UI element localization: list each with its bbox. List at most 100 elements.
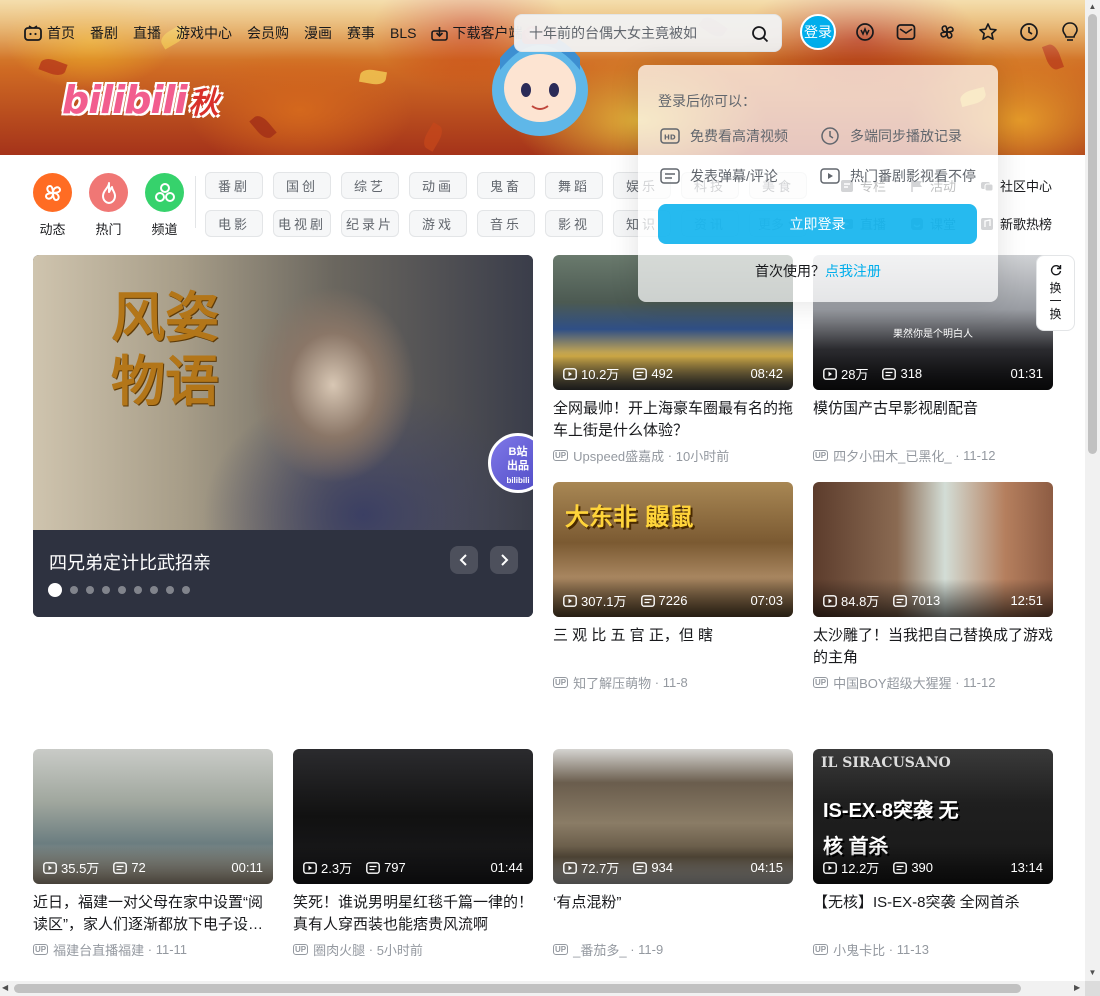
register-link[interactable]: 点我注册 xyxy=(825,263,881,279)
video-card[interactable]: 84.8万 7013 12:51 太沙雕了！当我把自己替换成了游戏的主角 UP 中国BOY… xyxy=(813,482,1053,692)
channel-channels[interactable]: 频道 xyxy=(145,173,184,238)
search-button[interactable] xyxy=(749,23,771,45)
nav-live[interactable]: 直播 xyxy=(133,23,161,43)
history-icon[interactable] xyxy=(1018,21,1040,43)
category-tag[interactable]: 动画 xyxy=(409,172,467,199)
vertical-scrollbar[interactable]: ▲ ▼ xyxy=(1085,0,1100,981)
carousel-image[interactable] xyxy=(33,255,533,530)
upload-date: 11-13 xyxy=(896,942,929,957)
scroll-down-icon[interactable]: ▼ xyxy=(1088,968,1097,978)
category-tag[interactable]: 综艺 xyxy=(341,172,399,199)
horizontal-scroll-thumb[interactable] xyxy=(14,984,1021,993)
video-card[interactable]: 35.5万 72 00:11 近日，福建一对父母在家中设置“阅读区”，家人们逐渐都放下… xyxy=(33,749,273,959)
thumbnail-caption-top: IL SIRACUSANO xyxy=(821,755,951,771)
play-count-icon xyxy=(563,861,577,874)
category-tag[interactable]: 影视 xyxy=(545,210,603,237)
video-card[interactable]: 2.3万 797 01:44 笑死！谁说男明星红毯千篇一律的！真有人穿西装也能痞贵风流… xyxy=(293,749,533,959)
category-tag[interactable]: 游戏 xyxy=(409,210,467,237)
nav-esports[interactable]: 赛事 xyxy=(347,23,375,43)
category-tag[interactable]: 音乐 xyxy=(477,210,535,237)
top-nav: 首页 番剧 直播 游戏中心 会员购 漫画 赛事 BLS 下载客户端 新 登录 xyxy=(0,14,1100,52)
video-title[interactable]: 太沙雕了！当我把自己替换成了游戏的主角 xyxy=(813,625,1053,669)
uploader-name[interactable]: 福建台直播福建 xyxy=(53,940,144,959)
video-title[interactable]: 三 观 比 五 官 正，但 瞎 xyxy=(553,625,793,669)
nav-game-center[interactable]: 游戏中心 xyxy=(176,23,232,43)
carousel-dot[interactable] xyxy=(182,586,190,594)
channel-dynamic[interactable]: 动态 xyxy=(33,173,72,238)
category-tag[interactable]: 电影 xyxy=(205,210,263,237)
video-thumbnail[interactable]: 35.5万 72 00:11 xyxy=(33,749,273,884)
scroll-left-icon[interactable]: ◀ xyxy=(2,983,8,992)
vertical-scroll-thumb[interactable] xyxy=(1088,14,1097,454)
category-tag[interactable]: 纪录片 xyxy=(341,210,399,237)
download-icon xyxy=(431,26,449,41)
video-title[interactable]: 全网最帅！开上海豪车圈最有名的拖车上街是什么体验？ xyxy=(553,398,793,442)
video-thumbnail[interactable]: 84.8万 7013 12:51 xyxy=(813,482,1053,617)
view-count: 35.5万 xyxy=(43,858,99,877)
refresh-button[interactable]: 换一换 xyxy=(1036,255,1075,331)
danmaku-count-icon xyxy=(640,594,655,607)
danmaku-count-icon xyxy=(366,861,380,874)
uploader-name[interactable]: 中国BOY超级大猩猩 xyxy=(833,673,951,692)
nav-mall[interactable]: 会员购 xyxy=(247,23,289,43)
dynamic-icon[interactable] xyxy=(936,21,958,43)
video-card[interactable]: IL SIRACUSANOIS-EX-8突袭 无核 首杀12.2万39013:1… xyxy=(813,749,1053,959)
category-tag[interactable]: 电视剧 xyxy=(273,210,331,237)
video-thumbnail[interactable]: 大东非 鼹鼠 307.1万 7226 07:03 xyxy=(553,482,793,617)
carousel-dot[interactable] xyxy=(150,586,158,594)
uploader-name[interactable]: 小鬼卡比 xyxy=(833,940,885,959)
refresh-label: 换一换 xyxy=(1049,281,1062,321)
horizontal-scrollbar[interactable]: ◀ ▶ xyxy=(0,981,1085,996)
bilibili-logo[interactable]: bilibili秋 xyxy=(62,78,219,122)
uploader-name[interactable]: Upspeed盛嘉成 xyxy=(573,446,664,465)
video-title[interactable]: 模仿国产古早影视剧配音 xyxy=(813,398,1053,442)
carousel-title[interactable]: 四兄弟定计比武招亲 xyxy=(49,549,211,575)
video-title[interactable]: ‘有点混粉” xyxy=(553,892,793,936)
uploader-name[interactable]: 四夕小田木_已黑化_ xyxy=(833,446,951,465)
creation-icon[interactable] xyxy=(1059,21,1081,43)
uploader-name[interactable]: 知了解压萌物 xyxy=(573,673,651,692)
scroll-up-icon[interactable]: ▲ xyxy=(1088,2,1097,12)
carousel-dot[interactable] xyxy=(166,586,174,594)
video-thumbnail[interactable]: 72.7万 934 04:15 xyxy=(553,749,793,884)
view-count: 84.8万 xyxy=(823,591,879,610)
video-thumbnail[interactable]: 2.3万 797 01:44 xyxy=(293,749,533,884)
hero-carousel[interactable]: 风姿物语 B站 出品 bilibili 四兄弟定计比武招亲 xyxy=(33,255,533,617)
uploader-name[interactable]: 圈肉火腿 xyxy=(313,940,365,959)
carousel-dot[interactable] xyxy=(70,586,78,594)
carousel-dot[interactable] xyxy=(48,583,62,597)
message-icon[interactable] xyxy=(895,21,917,43)
video-title[interactable]: 笑死！谁说男明星红毯千篇一律的！真有人穿西装也能痞贵风流啊 xyxy=(293,892,533,936)
video-card[interactable]: 72.7万 934 04:15 ‘有点混粉” UP _番茄多_ · 11-9 xyxy=(553,749,793,959)
nav-home[interactable]: 首页 xyxy=(24,23,75,43)
register-prompt: 首次使用？点我注册 xyxy=(755,263,881,279)
nav-bls[interactable]: BLS xyxy=(390,25,416,41)
carousel-dot[interactable] xyxy=(134,586,142,594)
category-tag[interactable]: 国创 xyxy=(273,172,331,199)
video-title[interactable]: 近日，福建一对父母在家中设置“阅读区”，家人们逐渐都放下电子设备开始看书 xyxy=(33,892,273,936)
carousel-dot[interactable] xyxy=(86,586,94,594)
play-count-icon xyxy=(563,367,577,380)
channel-hot[interactable]: 热门 xyxy=(89,173,128,238)
carousel-prev-button[interactable] xyxy=(450,546,478,574)
favorites-icon[interactable] xyxy=(977,21,999,43)
carousel-dot[interactable] xyxy=(118,586,126,594)
video-duration: 04:15 xyxy=(750,860,783,875)
category-tag[interactable]: 番剧 xyxy=(205,172,263,199)
category-tag[interactable]: 鬼畜 xyxy=(477,172,535,199)
login-avatar-button[interactable]: 登录 xyxy=(800,14,836,50)
scroll-right-icon[interactable]: ▶ xyxy=(1074,983,1080,992)
category-tag[interactable]: 舞蹈 xyxy=(545,172,603,199)
video-card[interactable]: 大东非 鼹鼠 307.1万 7226 07:03 三 观 比 五 官 正，但 瞎 UP 知了… xyxy=(553,482,793,692)
premium-icon[interactable] xyxy=(854,21,876,43)
nav-manga[interactable]: 漫画 xyxy=(304,23,332,43)
carousel-next-button[interactable] xyxy=(490,546,518,574)
benefit-bangumi: 热门番剧影视看不停 xyxy=(820,165,980,187)
search-input[interactable] xyxy=(529,25,739,41)
nav-bangumi[interactable]: 番剧 xyxy=(90,23,118,43)
video-title[interactable]: 【无核】IS-EX-8突袭 全网首杀 xyxy=(813,892,1053,936)
carousel-dot[interactable] xyxy=(102,586,110,594)
login-now-button[interactable]: 立即登录 xyxy=(658,204,977,244)
video-thumbnail[interactable]: IL SIRACUSANOIS-EX-8突袭 无核 首杀12.2万39013:1… xyxy=(813,749,1053,884)
uploader-name[interactable]: _番茄多_ xyxy=(573,940,626,959)
